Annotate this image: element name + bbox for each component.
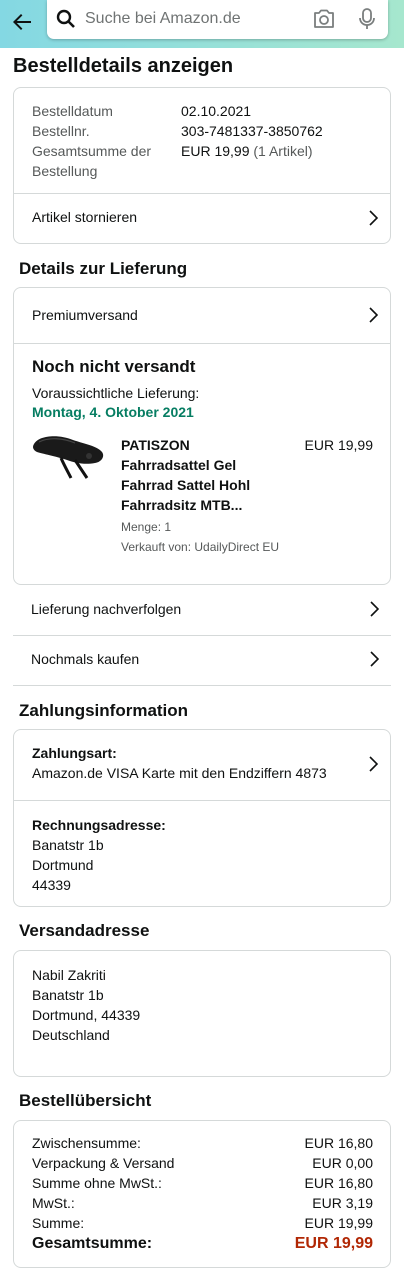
shipping-country: Deutschland (32, 1027, 110, 1043)
chevron-right-icon (369, 601, 380, 622)
chevron-right-icon (368, 210, 379, 231)
back-arrow-icon[interactable] (6, 6, 38, 38)
payment-heading: Zahlungsinformation (19, 701, 189, 720)
chevron-right-icon (369, 651, 380, 672)
shipping-city: Dortmund, 44339 (32, 1007, 141, 1023)
product-image[interactable] (31, 432, 105, 482)
summary-card: Zwischensumme: EUR 16,80 Verpackung & Ve… (13, 1120, 391, 1268)
summary-row-value: EUR 16,80 (304, 1175, 373, 1191)
search-icon (56, 9, 76, 34)
microphone-icon[interactable] (358, 7, 376, 36)
payment-method-value: Amazon.de VISA Karte mit den Endziffern … (32, 765, 327, 781)
summary-row-label: Zwischensumme: (32, 1135, 141, 1151)
divider (13, 685, 391, 686)
top-bar: Suche bei Amazon.de (0, 0, 404, 48)
order-date-value: 02.10.2021 (181, 103, 252, 119)
billing-street: Banatstr 1b (32, 837, 104, 853)
product-seller: Verkauft von: UdailyDirect EU (121, 540, 280, 554)
summary-heading: Bestellübersicht (19, 1091, 152, 1110)
cancel-items-row[interactable]: Artikel stornieren (14, 194, 390, 244)
shipping-address-heading: Versandadresse (19, 921, 150, 940)
payment-card: Zahlungsart: Amazon.de VISA Karte mit de… (13, 729, 391, 907)
billing-address-label: Rechnungsadresse: (32, 817, 166, 833)
track-delivery-row[interactable]: Lieferung nachverfolgen (13, 586, 391, 635)
summary-row-label: MwSt.: (32, 1195, 75, 1211)
summary-row-label: Summe ohne MwSt.: (32, 1175, 162, 1191)
order-number-label: Bestellnr. (32, 123, 90, 139)
grand-total-value: EUR 19,99 (294, 1235, 373, 1252)
payment-method-label: Zahlungsart: (32, 745, 117, 761)
camera-icon[interactable] (312, 8, 336, 35)
order-total-label-1: Gesamtsumme der (32, 143, 152, 159)
summary-row-label: Summe: (32, 1215, 85, 1231)
summary-row-value: EUR 0,00 (312, 1155, 373, 1171)
summary-row-label: Verpackung & Versand (32, 1155, 175, 1171)
divider (14, 343, 390, 344)
summary-row-value: EUR 3,19 (312, 1195, 373, 1211)
chevron-right-icon (368, 756, 379, 777)
summary-row-value: EUR 19,99 (304, 1215, 373, 1231)
product-title-line-4[interactable]: Fahrradsitz MTB... (121, 495, 242, 515)
grand-total-label: Gesamtsumme: (32, 1235, 153, 1252)
delivery-status: Noch nicht versandt (32, 357, 196, 376)
product-title-line-2[interactable]: Fahrradsattel Gel (121, 455, 236, 475)
divider (14, 800, 390, 801)
search-input[interactable]: Suche bei Amazon.de (47, 0, 388, 39)
shipping-address-card: Nabil Zakriti Banatstr 1b Dortmund, 4433… (13, 950, 391, 1077)
order-total-label-2: Bestellung (32, 163, 98, 179)
payment-method-row[interactable]: Zahlungsart: Amazon.de VISA Karte mit de… (14, 730, 390, 800)
order-total-amount: EUR 19,99 (181, 143, 250, 159)
order-number-value: 303-7481337-3850762 (181, 123, 323, 139)
expected-delivery-date: Montag, 4. Oktober 2021 (32, 404, 194, 420)
order-date-label: Bestelldatum (32, 103, 113, 119)
delivery-heading: Details zur Lieferung (19, 259, 188, 278)
product-title-line-1[interactable]: PATISZON (121, 435, 190, 455)
billing-city: Dortmund (32, 857, 94, 873)
product-title-line-3[interactable]: Fahrrad Sattel Hohl (121, 475, 250, 495)
expected-delivery-label: Voraussichtliche Lieferung: (32, 385, 200, 401)
order-info-card: Bestelldatum 02.10.2021 Bestellnr. 303-7… (13, 87, 391, 244)
chevron-right-icon (368, 307, 379, 328)
shipping-street: Banatstr 1b (32, 987, 104, 1003)
delivery-card: Premiumversand Noch nicht versandt Vorau… (13, 287, 391, 585)
product-price: EUR 19,99 (304, 437, 373, 453)
recipient-name: Nabil Zakriti (32, 967, 106, 983)
product-quantity: Menge: 1 (121, 520, 172, 534)
shipping-type-row[interactable]: Premiumversand (14, 288, 390, 343)
shipping-type-label: Premiumversand (32, 307, 138, 323)
page-title: Bestelldetails anzeigen (13, 55, 234, 77)
summary-row-value: EUR 16,80 (304, 1135, 373, 1151)
order-item-count: (1 Artikel) (253, 143, 313, 159)
buy-again-row[interactable]: Nochmals kaufen (13, 636, 391, 685)
track-delivery-label: Lieferung nachverfolgen (31, 601, 182, 617)
order-total-value: EUR 19,99 (1 Artikel) (181, 141, 313, 161)
buy-again-label: Nochmals kaufen (31, 651, 140, 667)
search-placeholder: Suche bei Amazon.de (85, 10, 241, 27)
billing-zip: 44339 (32, 877, 71, 893)
cancel-items-label: Artikel stornieren (32, 209, 138, 225)
